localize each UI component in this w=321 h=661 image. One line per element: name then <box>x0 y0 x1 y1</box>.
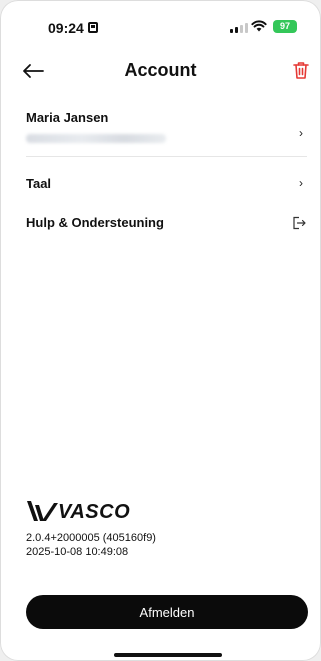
signal-icon <box>230 23 248 33</box>
profile-row[interactable]: Maria Jansen › <box>0 104 321 154</box>
menu-item-help[interactable]: Hulp & Ondersteuning <box>0 206 321 238</box>
vasco-mark-icon <box>27 501 58 521</box>
email-redacted <box>26 134 166 143</box>
app-header: Account <box>0 54 321 88</box>
status-time: 09:24 <box>48 20 84 36</box>
divider <box>26 156 307 157</box>
vasco-logo: VASCO <box>24 497 134 527</box>
back-button[interactable] <box>20 60 46 82</box>
app-version: 2.0.4+2000005 (405160f9) <box>26 532 156 544</box>
logout-button[interactable]: Afmelden <box>26 595 308 629</box>
arrow-left-icon <box>23 64 44 78</box>
sim-icon <box>88 22 98 33</box>
menu-item-label: Hulp & Ondersteuning <box>26 215 164 230</box>
chevron-right-icon: › <box>299 176 303 190</box>
external-exit-icon <box>293 216 306 230</box>
status-bar: 09:24 97 <box>0 0 321 44</box>
menu-item-label: Taal <box>26 176 52 191</box>
trash-icon <box>293 62 309 79</box>
phone-screen: 09:24 97 Account Maria Jansen › Taal › H… <box>0 0 321 661</box>
profile-name: Maria Jansen <box>26 110 109 125</box>
logo-text: VASCO <box>58 501 131 523</box>
battery-indicator: 97 <box>273 20 297 33</box>
chevron-right-icon: › <box>299 126 303 140</box>
build-date: 2025-10-08 10:49:08 <box>26 546 129 558</box>
wifi-icon <box>251 20 267 32</box>
page-title: Account <box>124 60 197 80</box>
delete-account-button[interactable] <box>290 59 312 81</box>
home-indicator <box>114 653 222 657</box>
menu-item-language[interactable]: Taal › <box>0 168 321 198</box>
